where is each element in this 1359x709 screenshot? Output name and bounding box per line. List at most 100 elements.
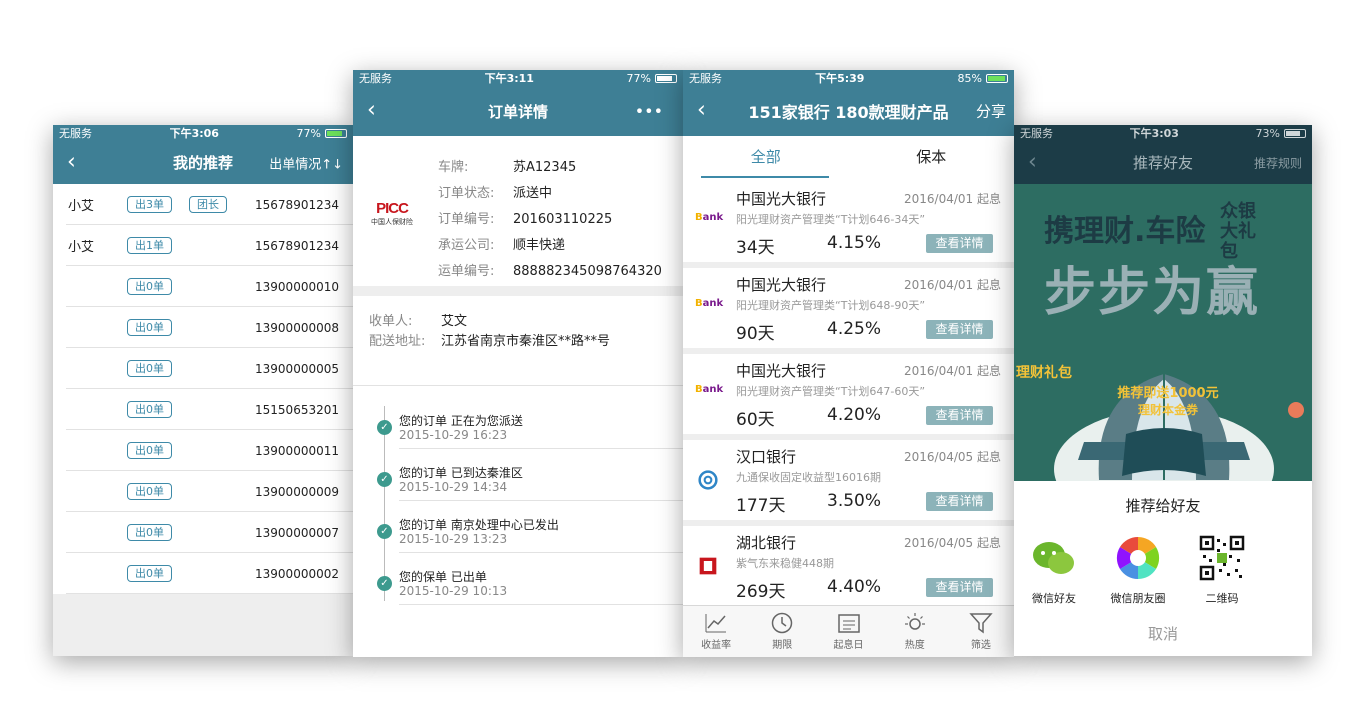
order-info-row: 订单编号: 201603110225 (438, 212, 613, 227)
nav-bar: ‹ 推荐好友 推荐规则 (1014, 141, 1312, 184)
back-icon[interactable]: ‹ (697, 97, 706, 122)
header: 无服务 下午5:39 85% ‹ 151家银行 180款理财产品 分享 (683, 70, 1014, 136)
page-title: 我的推荐 (172, 154, 233, 172)
list-item[interactable]: 小艾 出1单 15678901234 (53, 225, 353, 266)
product-card[interactable]: BBankank 中国光大银行 2016/04/01 起息阳光理财资产管理类“T计划… (683, 354, 1014, 434)
product-desc: 紫气东来稳健448期 (736, 557, 834, 570)
tabbar-term[interactable]: 期限 (749, 606, 815, 657)
view-details-button[interactable]: 查看详情 (926, 234, 993, 253)
list-item[interactable]: 出0单 15150653201 (53, 389, 353, 430)
status-bar: 无服务 下午3:03 73% (1014, 125, 1312, 141)
share-qrcode[interactable]: 二维码 (1182, 535, 1262, 606)
list-item[interactable]: 出0单 13900000009 (53, 471, 353, 512)
list-item[interactable]: 出0单 13900000005 (53, 348, 353, 389)
bottom-tab-bar: 收益率 期限 起息日 热度 筛选 (683, 605, 1014, 657)
timeline-item: ✓ 您的订单 正在为您派送 2015-10-29 16:23 (353, 406, 683, 458)
back-icon[interactable]: ‹ (1028, 149, 1037, 174)
hubei-bank-logo-icon (699, 557, 717, 575)
status-bar: 无服务 下午3:06 77% (53, 125, 353, 141)
timeline-text: 您的订单 南京处理中心已发出 (399, 518, 559, 532)
order-count-badge: 出0单 (127, 565, 172, 582)
view-details-button[interactable]: 查看详情 (926, 320, 993, 339)
term-days: 60天 (736, 410, 775, 430)
list-item[interactable]: 出0单 13900000008 (53, 307, 353, 348)
recommendation-list: 小艾 出3单 团长 15678901234 小艾 出1单 15678901234 出0单 139… (53, 184, 353, 594)
more-icon[interactable]: ••• (635, 102, 663, 121)
view-details-button[interactable]: 查看详情 (926, 406, 993, 425)
status-time: 下午3:06 (169, 127, 219, 140)
sort-orders-button[interactable]: 出单情况↑↓ (269, 153, 343, 172)
list-item[interactable]: 出0单 13900000007 (53, 512, 353, 553)
product-card[interactable]: 湖北银行 2016/04/05 起息 紫气东来稳健448期 269天 4.40% 查看详情 (683, 526, 1014, 606)
product-desc: 九通保收固定收益型16016期 (736, 471, 881, 484)
timeline-item: ✓ 您的保单 已出单 2015-10-29 10:13 (353, 562, 683, 614)
battery-percent: 77% (296, 126, 321, 140)
start-date: 2016/04/05 起息 (904, 536, 1001, 550)
carrier-label: 无服务 (59, 127, 92, 140)
banner-ribbon: 推荐即送1000元 理财本金券 (1117, 386, 1219, 417)
check-icon: ✓ (377, 524, 392, 539)
filter-tabs: 全部 保本 (683, 136, 1014, 182)
term-days: 269天 (736, 582, 786, 602)
bank-name: 中国光大银行 (736, 362, 827, 380)
yield-rate: 4.20% (827, 405, 882, 425)
tab-principal-protected[interactable]: 保本 (849, 136, 1015, 182)
share-button[interactable]: 分享 (976, 101, 1006, 122)
phone-number: 13900000010 (255, 279, 339, 294)
list-item[interactable]: 小艾 出3单 团长 15678901234 (53, 184, 353, 225)
phone-number: 13900000008 (255, 320, 339, 335)
receiver-row: 收单人: 艾文 (369, 314, 468, 329)
yield-rate: 4.25% (827, 319, 882, 339)
back-icon[interactable]: ‹ (67, 149, 76, 174)
status-bar: 无服务 下午3:11 77% (353, 70, 683, 86)
start-date: 2016/04/05 起息 (904, 450, 1001, 464)
tabbar-start-date[interactable]: 起息日 (815, 606, 881, 657)
wechat-icon (1033, 542, 1074, 574)
timeline-time: 2015-10-29 10:13 (399, 584, 508, 598)
header: 无服务 下午3:03 73% ‹ 推荐好友 推荐规则 (1014, 125, 1312, 184)
order-count-badge: 出1单 (127, 237, 172, 254)
battery-icon (985, 73, 1008, 83)
tabbar-filter[interactable]: 筛选 (948, 606, 1014, 657)
timeline-time: 2015-10-29 14:34 (399, 480, 508, 494)
phone-number: 15150653201 (255, 402, 339, 417)
product-card[interactable]: BBankank 中国光大银行 2016/04/01 起息阳光理财资产管理类“T计划… (683, 182, 1014, 262)
tab-indicator (701, 176, 829, 178)
back-icon[interactable]: ‹ (367, 97, 376, 122)
battery-percent: 77% (626, 71, 651, 85)
product-card[interactable]: BBankank 中国光大银行 2016/04/01 起息阳光理财资产管理类“T计划… (683, 268, 1014, 348)
carrier-label: 无服务 (689, 72, 722, 85)
order-info-row: 车牌: 苏A12345 (438, 160, 577, 175)
order-info-row: 承运公司: 顺丰快递 (438, 238, 566, 253)
tabbar-yield[interactable]: 收益率 (683, 606, 749, 657)
qrcode-icon (1199, 535, 1245, 581)
bank-name: 中国光大银行 (736, 276, 827, 294)
phone-number: 15678901234 (255, 197, 339, 212)
share-moments[interactable]: 微信朋友圈 (1098, 535, 1178, 606)
product-desc: 阳光理财资产管理类“T计划646-34天” (736, 213, 926, 226)
tabbar-popularity[interactable]: 热度 (882, 606, 948, 657)
order-count-badge: 出0单 (127, 278, 172, 295)
phone-number: 13900000009 (255, 484, 339, 499)
address-section: 收单人: 艾文 配送地址: 江苏省南京市秦淮区**路**号 (353, 296, 683, 386)
list-item[interactable]: 出0单 13900000011 (53, 430, 353, 471)
list-item[interactable]: 出0单 13900000002 (53, 553, 353, 594)
bank-name: 汉口银行 (736, 448, 797, 466)
nav-bar: ‹ 我的推荐 出单情况↑↓ (53, 141, 353, 184)
rules-button[interactable]: 推荐规则 (1254, 154, 1302, 171)
cancel-button[interactable]: 取消 (1014, 623, 1312, 644)
battery-icon (1283, 128, 1306, 138)
term-days: 34天 (736, 238, 775, 258)
view-details-button[interactable]: 查看详情 (926, 578, 993, 597)
share-wechat-friend[interactable]: 微信好友 (1014, 535, 1094, 606)
order-count-badge: 出3单 (127, 196, 172, 213)
phone-number: 13900000007 (255, 525, 339, 540)
view-details-button[interactable]: 查看详情 (926, 492, 993, 511)
timeline-item: ✓ 您的订单 南京处理中心已发出 2015-10-29 13:23 (353, 510, 683, 562)
timeline-text: 您的保单 已出单 (399, 570, 487, 584)
referral-name: 小艾 (68, 240, 95, 255)
list-item[interactable]: 出0单 13900000010 (53, 266, 353, 307)
filter-icon (969, 613, 993, 634)
product-card[interactable]: 汉口银行 2016/04/05 起息 九通保收固定收益型16016期 177天 3.50… (683, 440, 1014, 520)
timeline-time: 2015-10-29 13:23 (399, 532, 508, 546)
